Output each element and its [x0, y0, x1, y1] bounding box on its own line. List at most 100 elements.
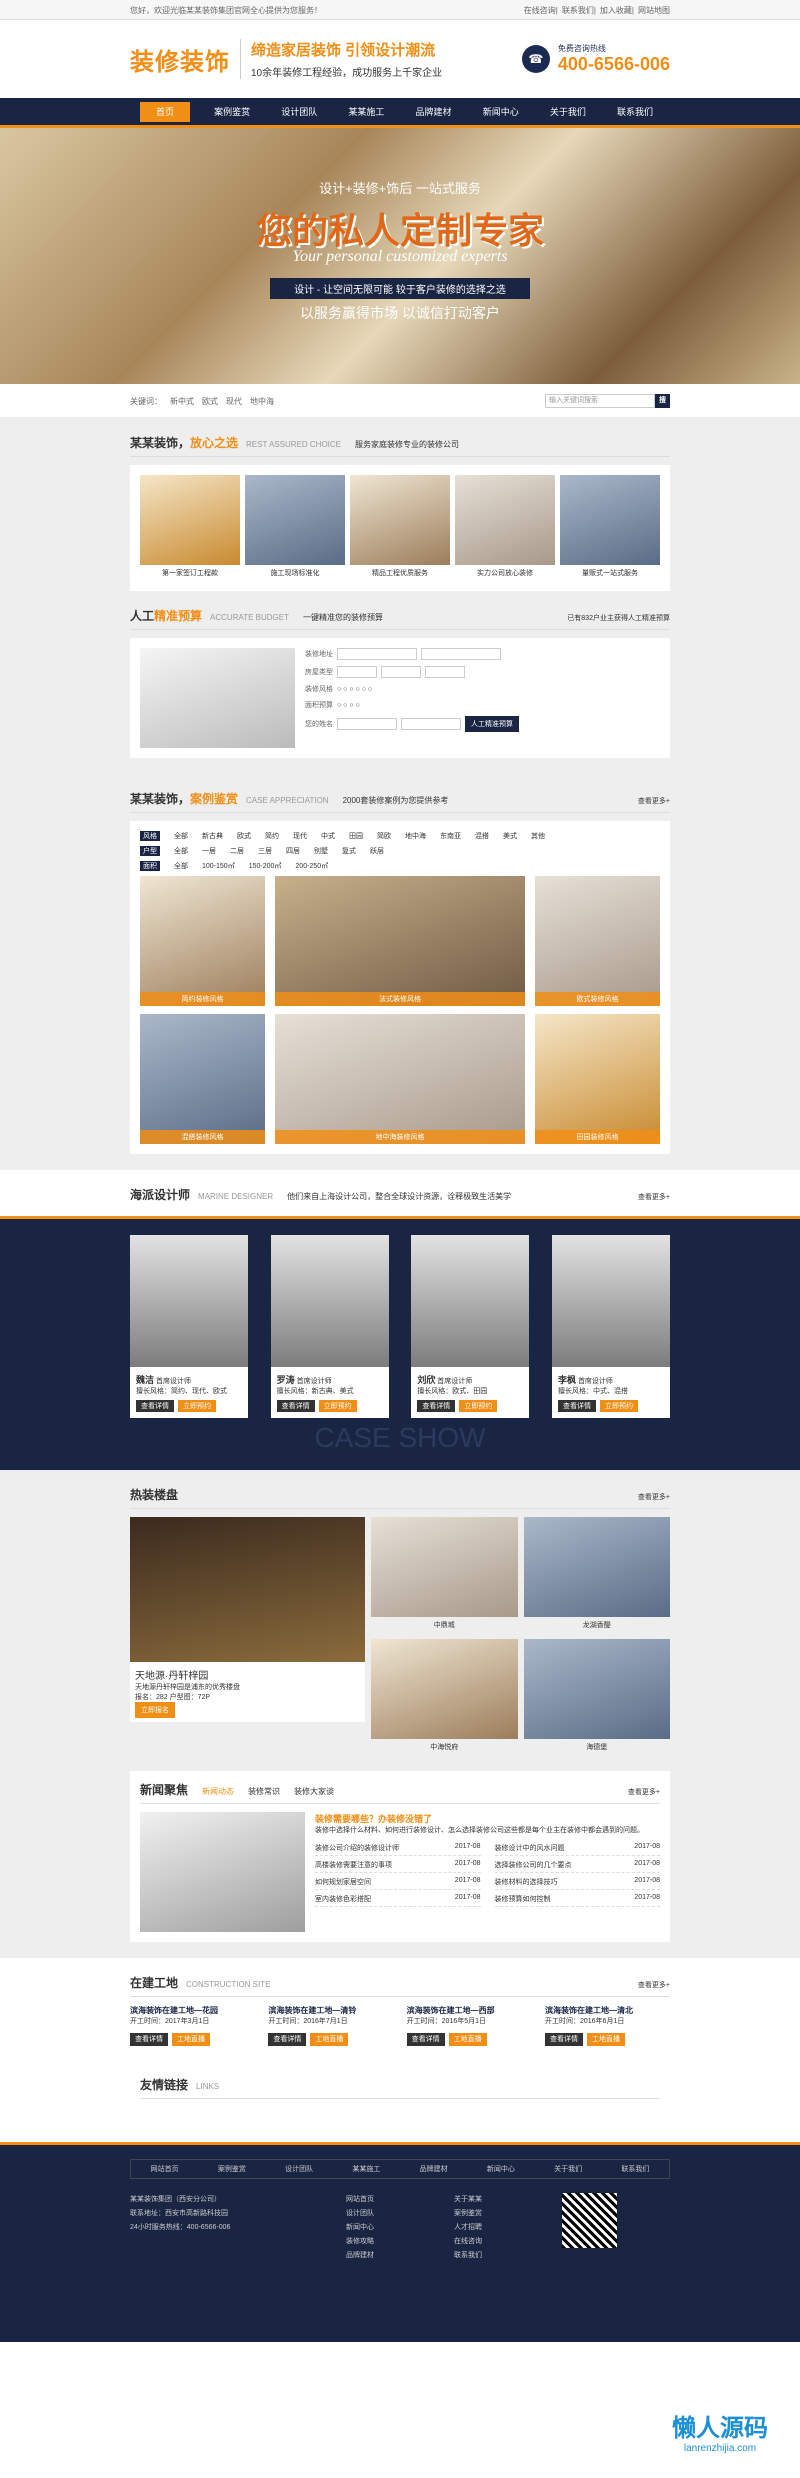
- assure-item[interactable]: 量贩式一站式服务: [560, 475, 660, 581]
- section-desc: 服务家庭装修专业的装修公司: [355, 440, 460, 449]
- top-link[interactable]: 联系我们: [562, 6, 594, 15]
- assure-item[interactable]: 第一家签订工程款: [140, 475, 240, 581]
- designer-card[interactable]: 李枫 首席设计师 擅长风格：中式、混搭 查看详情 立即预约: [551, 1235, 670, 1418]
- assure-image: [245, 475, 345, 565]
- designer-card[interactable]: 罗涛 首席设计师 擅长风格：新古典、美式 查看详情 立即预约: [270, 1235, 389, 1418]
- designers-section: 魏洁 首席设计师 擅长风格：简约、现代、欧式 查看详情 立即预约 罗涛 首席设计师 擅长…: [0, 1216, 800, 1470]
- search-input[interactable]: 输入关键词搜索: [545, 394, 655, 408]
- hot-card[interactable]: 龙湖香醍: [523, 1517, 670, 1633]
- site-card[interactable]: 滨海装饰在建工地—西部 开工时间：2016年5月1日 查看详情 工地直播: [406, 2005, 532, 2046]
- hot-card[interactable]: 海德堡: [523, 1639, 670, 1755]
- news-item[interactable]: 装修材料的选择技巧 2017-08: [494, 1877, 660, 1890]
- hotline-number: 400-6566-006: [557, 54, 670, 74]
- slogan: 缔造家居装饰 引领设计潮流 10余年装修工程经验，成功服务上千家企业: [240, 39, 442, 79]
- case-card[interactable]: 欧式装修风格: [535, 876, 660, 1006]
- news-item[interactable]: 如何规划家居空间 2017-08: [315, 1877, 481, 1890]
- banner-en: Your personal customized experts: [292, 248, 508, 265]
- footer: 网站首页 案例鉴赏 设计团队 某某施工 品牌建材 新闻中心 关于我们 联系我们 某某装饰集团（…: [0, 2142, 800, 2342]
- more-link[interactable]: 查看更多+: [638, 1192, 670, 1202]
- nav-team[interactable]: 设计团队: [274, 102, 324, 122]
- top-link[interactable]: 加入收藏: [600, 6, 632, 15]
- qr-code: [562, 2193, 617, 2248]
- site-card[interactable]: 滨海装饰在建工地—清北 开工时间：2016年6月1日 查看详情 工地直播: [544, 2005, 670, 2046]
- site-card[interactable]: 滨海装饰在建工地—清铃 开工时间：2016年7月1日 查看详情 工地直播: [268, 2005, 393, 2046]
- slogan-main: 缔造家居装饰 引领设计潮流: [251, 42, 436, 59]
- keyword-item[interactable]: 新中式: [170, 396, 194, 407]
- nav-contact[interactable]: 联系我们: [610, 102, 660, 122]
- budget-button[interactable]: 人工精准预算: [465, 716, 519, 732]
- phone-icon: ☎: [521, 45, 550, 73]
- assure-image: [140, 475, 240, 565]
- budget-form: 装修地址 房屋类型 装修风格 ○ ○ ○ ○ ○ ○ 面积预算 ○ ○ ○ ○ 您的…: [130, 638, 670, 758]
- assure-image: [350, 475, 450, 565]
- case-card[interactable]: 法式装修风格: [275, 876, 525, 1006]
- keyword-item[interactable]: 现代: [226, 396, 242, 407]
- nav-news[interactable]: 新闻中心: [476, 102, 526, 122]
- case-card[interactable]: 地中海装修风格: [275, 1014, 525, 1144]
- keyword-label: 关键词：: [130, 396, 162, 406]
- nav-construction[interactable]: 某某施工: [341, 102, 391, 122]
- more-link[interactable]: 查看更多+: [638, 1980, 670, 1990]
- header: 装修装饰 缔造家居装饰 引领设计潮流 10余年装修工程经验，成功服务上千家企业 …: [0, 20, 800, 98]
- room-select[interactable]: [337, 666, 377, 678]
- name-input[interactable]: [337, 718, 397, 730]
- case-show-watermark: CASE SHOW: [314, 1422, 486, 1453]
- nav-cases[interactable]: 案例鉴赏: [207, 102, 257, 122]
- cases-section: 某某装饰，案例鉴赏 CASE APPRECIATION 2000套装修案例为您提供参…: [0, 774, 800, 1170]
- assure-item[interactable]: 实力公司放心装修: [455, 475, 555, 581]
- news-headline[interactable]: 装修需要哪些？办装修没错了: [315, 1812, 660, 1825]
- sites-section: 在建工地 CONSTRUCTION SITE 查看更多+ 滨海装饰在建工地—花园 开工…: [0, 1958, 800, 2142]
- nav-materials[interactable]: 品牌建材: [409, 102, 459, 122]
- phone-input[interactable]: [401, 718, 461, 730]
- designers-title-section: 海派设计师 MARINE DESIGNER 他们来自上海设计公司，整合全球设计资源，…: [130, 1188, 670, 1202]
- case-card[interactable]: 田园装修风格: [535, 1014, 660, 1144]
- style-radio[interactable]: ○ ○ ○ ○ ○ ○: [337, 686, 372, 693]
- search-icon[interactable]: 搜: [655, 394, 670, 408]
- top-link[interactable]: 在线咨询: [524, 6, 556, 15]
- address-input[interactable]: [337, 648, 417, 660]
- news-item[interactable]: 装修设计中的风水问题 2017-08: [494, 1843, 660, 1856]
- budget-radio[interactable]: ○ ○ ○ ○: [337, 702, 360, 709]
- top-links: 在线咨询| 联系我们| 加入收藏| 网站地图: [523, 5, 670, 15]
- case-card[interactable]: 简约装修风格: [140, 876, 265, 1006]
- avatar: [551, 1235, 670, 1367]
- designer-card[interactable]: 刘欣 首席设计师 擅长风格：欧式、田园 查看详情 立即预约: [411, 1235, 530, 1418]
- assure-section: 某某装饰，放心之选 REST ASSURED CHOICE 服务家庭装修专业的装修公…: [0, 418, 800, 774]
- logo[interactable]: 装修装饰: [130, 42, 240, 77]
- friend-links: 友情链接 LINKS: [130, 2066, 670, 2126]
- site-card[interactable]: 滨海装饰在建工地—花园 开工时间：2017年3月1日 查看详情 工地直播: [130, 2005, 255, 2046]
- assure-item[interactable]: 精品工程优质服务: [350, 475, 450, 581]
- nav-about[interactable]: 关于我们: [543, 102, 593, 122]
- news-image: [140, 1812, 305, 1932]
- keyword-bar: 关键词： 新中式 欧式 现代 地中海 输入关键词搜索搜: [0, 384, 800, 418]
- hero-banner[interactable]: 设计+装修+饰后 一站式服务 您的私人定制专家 Your personal cu…: [0, 128, 800, 384]
- hot-card[interactable]: 中鼎城: [371, 1517, 518, 1633]
- kitchen-select[interactable]: [425, 666, 465, 678]
- more-link[interactable]: 查看更多+: [638, 796, 670, 806]
- news-item[interactable]: 装修公司介绍的装修设计师 2017-08: [315, 1843, 481, 1856]
- case-card[interactable]: 混搭装修风格: [140, 1014, 265, 1144]
- news-item[interactable]: 装修预算如何控制 2017-08: [494, 1894, 660, 1907]
- calculator-image: [140, 648, 295, 748]
- address-detail-input[interactable]: [421, 648, 501, 660]
- top-link[interactable]: 网站地图: [638, 6, 670, 15]
- designer-card[interactable]: 魏洁 首席设计师 擅长风格：简约、现代、欧式 查看详情 立即预约: [130, 1235, 248, 1418]
- keyword-item[interactable]: 地中海: [250, 396, 274, 407]
- news-item[interactable]: 选择装修公司的几个要点 2017-08: [494, 1860, 660, 1873]
- hotline-label: 免费咨询热线: [557, 44, 606, 53]
- more-link[interactable]: 查看更多+: [628, 1787, 660, 1797]
- news-item[interactable]: 高楼装修需要注意的事项 2017-08: [315, 1860, 481, 1873]
- hot-card[interactable]: 中海悦府: [371, 1639, 518, 1755]
- assure-item[interactable]: 施工现场标准化: [245, 475, 345, 581]
- nav-home[interactable]: 首页: [140, 101, 190, 122]
- top-bar: 您好，欢迎光临某某装饰集团官网全心提供为您服务！ 在线咨询| 联系我们| 加入收藏|…: [0, 0, 800, 20]
- hot-main-card[interactable]: 天地源·丹轩梓园 天地源丹轩梓园是浦东的优秀楼盘 报名：282 户型图：72P 立即报…: [130, 1517, 365, 1755]
- news-item[interactable]: 室内装修色彩搭配 2017-08: [315, 1894, 481, 1907]
- avatar: [130, 1235, 248, 1367]
- site-watermark: 懒人源码 lanrenzhijia.com: [640, 2398, 800, 2478]
- hall-select[interactable]: [381, 666, 421, 678]
- more-link[interactable]: 查看更多+: [638, 1492, 670, 1502]
- keyword-item[interactable]: 欧式: [202, 396, 218, 407]
- hotline: ☎ 免费咨询热线 400-6566-006: [521, 43, 670, 75]
- news-section: 新闻聚焦 新闻动态 装修常识 装修大家谈 查看更多+ 装修需要哪些？办装修没错了 装修中选…: [0, 1771, 800, 1958]
